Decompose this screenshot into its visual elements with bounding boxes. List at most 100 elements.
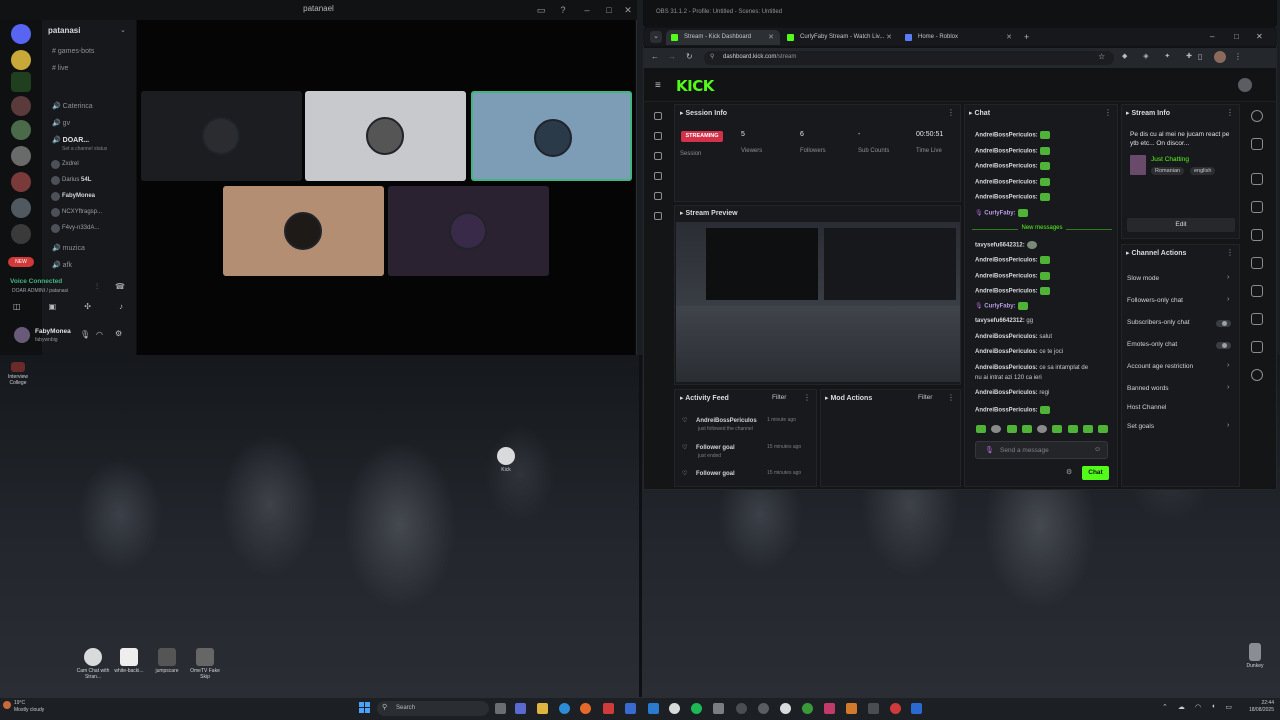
windows-start-icon[interactable]: [359, 702, 370, 713]
chat-message[interactable]: tavysefu6642312: gg: [975, 318, 1033, 324]
chat-message[interactable]: 🎙 CurlyFaby:: [975, 302, 1028, 310]
server-icon[interactable]: [11, 96, 31, 116]
chat-message[interactable]: AndreiBossPericulos:: [975, 193, 1050, 201]
set-goals-item[interactable]: Set goals: [1127, 423, 1154, 430]
settings-icon[interactable]: [654, 212, 662, 220]
chat-input-placeholder[interactable]: Send a message: [1000, 447, 1049, 454]
voice-channel-afk[interactable]: 🔊 afk: [52, 261, 72, 269]
bookmark-star-icon[interactable]: ☆: [1098, 52, 1105, 61]
chat-message-continued[interactable]: nu ai intrat azi 120 ca ieri: [975, 375, 1042, 381]
copilot-icon[interactable]: [515, 703, 526, 714]
participant-tile[interactable]: [141, 91, 302, 181]
app-icon[interactable]: [758, 703, 769, 714]
voice-channel-muzica[interactable]: 🔊 muzica: [52, 244, 85, 252]
chat-message[interactable]: AndreiBossPericulos:: [975, 272, 1050, 280]
desktop-icon-cam-chat[interactable]: Cam Chat with Stran...: [76, 648, 110, 680]
kick-server-icon[interactable]: [11, 72, 31, 92]
obs-icon[interactable]: [736, 703, 747, 714]
minimize-icon[interactable]: –: [1210, 32, 1214, 41]
slow-mode-item[interactable]: Slow mode: [1127, 275, 1159, 282]
server-icon[interactable]: [11, 146, 31, 166]
expand-icon[interactable]: [1251, 173, 1263, 185]
avatar[interactable]: [1238, 78, 1252, 92]
chat-message[interactable]: AndreiBossPericulos: ce sa intamplat de: [975, 365, 1088, 371]
spotify-icon[interactable]: [691, 703, 702, 714]
server-icon[interactable]: [11, 50, 31, 70]
channel-live[interactable]: # live: [52, 65, 68, 72]
voice-channel-caterinca[interactable]: 🔊 Caterinca: [52, 102, 93, 110]
chat-message[interactable]: AndreiBossPericulos:: [975, 178, 1050, 186]
reload-icon[interactable]: ↻: [686, 52, 693, 61]
profile-avatar[interactable]: [1214, 51, 1226, 63]
chevron-right-icon[interactable]: ›: [1227, 296, 1229, 303]
maximize-icon[interactable]: □: [602, 3, 616, 17]
wrench-icon[interactable]: [1251, 341, 1263, 353]
server-icon[interactable]: [11, 198, 31, 218]
desktop-icon-white-background[interactable]: white-backi...: [112, 648, 146, 674]
kick-logo[interactable]: KICK: [676, 77, 714, 95]
group-icon[interactable]: [1251, 369, 1263, 381]
close-icon[interactable]: ✕: [1256, 32, 1263, 41]
emote-icon[interactable]: [1098, 425, 1108, 433]
tag-chip[interactable]: english: [1190, 167, 1216, 175]
tab-roblox-home[interactable]: Home - Roblox ✕: [900, 30, 1018, 45]
clipboard-icon[interactable]: [1251, 229, 1263, 241]
file-explorer-icon[interactable]: [537, 703, 548, 714]
chat-message[interactable]: AndreiBossPericulos:: [975, 147, 1050, 155]
emote-icon[interactable]: [1067, 425, 1078, 433]
voice-member[interactable]: F4vy-n33dA...: [51, 224, 99, 233]
banned-words-item[interactable]: Banned words: [1127, 385, 1169, 392]
extension-icon[interactable]: ◈: [1143, 52, 1148, 64]
chat-message[interactable]: AndreiBossPericulos:: [975, 256, 1050, 264]
disconnect-icon[interactable]: ☎: [115, 282, 125, 291]
forward-icon[interactable]: →: [668, 52, 676, 61]
firefox-icon[interactable]: [580, 703, 591, 714]
participant-tile[interactable]: [223, 186, 384, 276]
chrome-icon[interactable]: [780, 703, 791, 714]
taskbar-search-label[interactable]: Search: [396, 705, 415, 711]
gear-icon[interactable]: ⚙: [115, 329, 122, 338]
chat-message[interactable]: AndreiBossPericulos: regi: [975, 390, 1049, 396]
app-icon[interactable]: [868, 703, 879, 714]
chrome-icon[interactable]: [669, 703, 680, 714]
edit-icon[interactable]: [1251, 138, 1263, 150]
extension-icon[interactable]: ✦: [1164, 52, 1170, 64]
chevron-right-icon[interactable]: ›: [1227, 384, 1229, 391]
tab-curlyfaby-stream[interactable]: CurlyFaby Stream - Watch Liv... ✕: [782, 30, 898, 45]
server-name[interactable]: patanasi: [48, 26, 80, 35]
headphones-icon[interactable]: ◠: [96, 330, 103, 339]
side-panel-icon[interactable]: ▯: [1198, 52, 1202, 61]
desktop-icon-interview-college[interactable]: Interview College: [1, 362, 35, 386]
tab-close-icon[interactable]: ✕: [886, 30, 892, 45]
url-text[interactable]: dashboard.kick.com/stream: [723, 54, 796, 60]
trophy-icon[interactable]: [654, 152, 662, 160]
chat-message[interactable]: AndreiBossPericulos: salut: [975, 334, 1052, 340]
app-icon[interactable]: [802, 703, 813, 714]
avatar[interactable]: [14, 327, 30, 343]
voice-connected-sub[interactable]: DOAR ADMINI / patanasi: [12, 288, 68, 294]
screen-share-icon[interactable]: ▣: [49, 302, 57, 316]
mod-filter-button[interactable]: Filter: [918, 394, 932, 401]
chevron-up-icon[interactable]: ⌃: [1162, 703, 1168, 714]
gear-icon[interactable]: ⚙: [1066, 468, 1072, 476]
activities-icon[interactable]: ✣: [84, 302, 91, 316]
chat-message[interactable]: tavysefu6642312:: [975, 241, 1037, 249]
app-icon[interactable]: [846, 703, 857, 714]
server-icon[interactable]: [11, 224, 31, 244]
wifi-icon[interactable]: ◠: [1195, 703, 1201, 714]
more-options-icon[interactable]: ⋮: [947, 393, 955, 402]
category-name[interactable]: Just Chatting: [1151, 156, 1189, 163]
voice-status-placeholder[interactable]: Set a channel status: [62, 146, 107, 152]
server-icon[interactable]: [11, 120, 31, 140]
voice-member[interactable]: FabyMonea: [51, 192, 95, 201]
emote-icon[interactable]: [1006, 425, 1017, 433]
chat-message[interactable]: AndreiBossPericulos:: [975, 131, 1050, 139]
chrome-menu-icon[interactable]: ⋮: [1234, 52, 1242, 61]
chat-message[interactable]: AndreiBossPericulos: ce te joci: [975, 349, 1063, 355]
chevron-down-icon[interactable]: ⌄: [120, 26, 126, 34]
voice-member[interactable]: NCXYftragsp...: [51, 208, 102, 217]
taskbar-search[interactable]: [377, 701, 489, 716]
emote-icon[interactable]: [1082, 425, 1093, 433]
account-age-item[interactable]: Account age restriction: [1127, 363, 1193, 370]
site-info-icon[interactable]: ⚲: [710, 53, 714, 60]
